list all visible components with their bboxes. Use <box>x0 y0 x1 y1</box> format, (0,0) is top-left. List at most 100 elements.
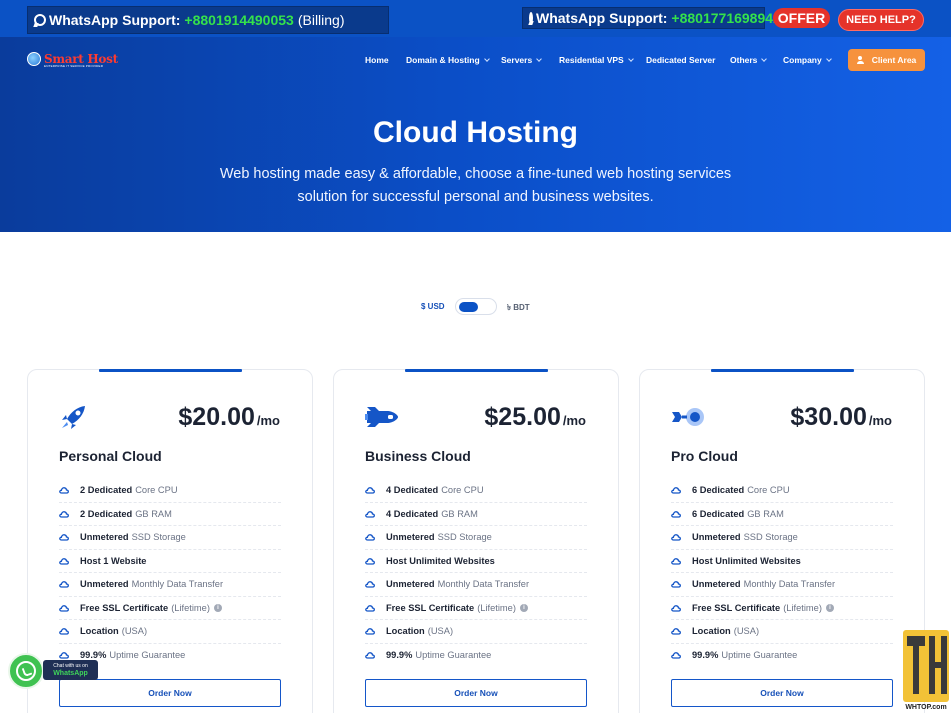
feature-text: Uptime Guarantee <box>415 650 492 661</box>
client-area-button[interactable]: Client Area <box>848 49 925 71</box>
feature-item: Free SSL Certificate (Lifetime) i <box>365 597 587 620</box>
chevron-down-icon <box>536 56 543 62</box>
cloud-icon <box>59 487 69 494</box>
feature-item: 4 Dedicated Core CPU <box>365 479 587 503</box>
whatsapp-label: WhatsApp Support: <box>49 12 181 28</box>
info-icon[interactable]: i <box>825 603 834 612</box>
feature-text: Core CPU <box>441 485 484 496</box>
info-icon[interactable]: i <box>213 603 222 612</box>
feature-item: 99.9% Uptime Guarantee <box>365 644 587 668</box>
feature-item: 99.9% Uptime Guarantee <box>671 644 893 668</box>
plan-name: Pro Cloud <box>671 448 738 464</box>
cloud-icon <box>59 534 69 541</box>
whatsapp-number: +8801771698942 <box>671 10 781 26</box>
feature-text: GB RAM <box>441 508 478 519</box>
price-amount: $25.00 <box>484 403 561 431</box>
price-period: /mo <box>562 413 586 428</box>
cloud-icon <box>59 557 69 565</box>
currency-bdt-label[interactable]: ৳ BDT <box>507 302 530 315</box>
nav-home[interactable]: Home <box>365 55 389 65</box>
cloud-icon <box>671 534 681 541</box>
whatsapp-chat-label[interactable]: Chat with us on WhatsApp <box>43 660 98 680</box>
cloud-icon <box>59 652 69 659</box>
feature-text: GB RAM <box>135 508 172 519</box>
page-subtitle: Web hosting made easy & affordable, choo… <box>219 166 732 205</box>
nav-label: Domain & Hosting <box>406 55 480 65</box>
feature-item: Unmetered SSD Storage <box>59 526 281 550</box>
feature-text: Monthly Data Transfer <box>437 579 530 590</box>
price-period: /mo <box>256 413 280 428</box>
cloud-icon <box>671 604 681 612</box>
cloud-icon <box>365 487 375 494</box>
feature-text: Monthly Data Transfer <box>131 579 224 590</box>
offer-button[interactable]: OFFER <box>773 8 830 28</box>
nav-label: Home <box>365 55 389 65</box>
cloud-icon <box>671 652 681 659</box>
need-help-button[interactable]: NEED HELP? <box>838 9 924 31</box>
cloud-icon <box>59 604 69 612</box>
order-now-button[interactable]: Order Now <box>671 679 893 707</box>
whatsapp-support-link[interactable]: WhatsApp Support: +8801771698942 <box>522 7 781 29</box>
cloud-icon <box>59 628 69 635</box>
nav-domain-hosting[interactable]: Domain & Hosting <box>406 55 490 65</box>
main-nav: Home Domain & Hosting Servers Residentia… <box>0 55 951 69</box>
feature-text: SSD Storage <box>743 532 798 543</box>
client-area-label: Client Area <box>871 55 917 65</box>
whatsapp-billing-link[interactable]: WhatsApp Support: +8801914490053 (Billin… <box>27 6 389 34</box>
feature-text: SSD Storage <box>437 532 492 543</box>
feature-highlight: 2 Dedicated <box>80 485 133 496</box>
feature-item: Location (USA) <box>671 620 893 644</box>
feature-item: Host Unlimited Websites <box>671 550 893 573</box>
feature-item: Host Unlimited Websites <box>365 550 587 573</box>
feature-text: Core CPU <box>747 485 790 496</box>
currency-usd-label[interactable]: $ USD <box>421 302 445 311</box>
feature-text: SSD Storage <box>131 532 186 543</box>
nav-servers[interactable]: Servers <box>501 55 543 65</box>
feature-item: Unmetered Monthly Data Transfer <box>671 573 893 597</box>
feature-highlight: Host 1 Website <box>80 555 147 566</box>
cloud-icon <box>365 604 375 612</box>
whatsapp-label: WhatsApp Support: <box>536 10 668 26</box>
feature-text: Monthly Data Transfer <box>743 579 836 590</box>
plan-card-business: $25.00/mo Business Cloud 4 Dedicated Core… <box>333 369 619 713</box>
cloud-icon <box>59 510 69 518</box>
cloud-icon <box>365 628 375 635</box>
plan-name: Business Cloud <box>365 448 471 464</box>
order-now-button[interactable]: Order Now <box>365 679 587 707</box>
nav-residential-vps[interactable]: Residential VPS <box>559 55 634 65</box>
feature-item: Host 1 Website <box>59 550 281 573</box>
currency-toggle: $ USD ৳ BDT <box>0 298 951 316</box>
feature-highlight: Unmetered <box>386 579 435 590</box>
feature-item: Unmetered SSD Storage <box>671 526 893 550</box>
feature-text: (USA) <box>733 626 760 637</box>
info-icon[interactable]: i <box>519 603 528 612</box>
whtop-watermark-logo <box>903 630 949 702</box>
plan-price: $20.00/mo <box>178 403 280 432</box>
feature-highlight: 2 Dedicated <box>80 508 133 519</box>
cloud-icon <box>365 581 375 588</box>
page-title: Cloud Hosting <box>373 116 578 149</box>
nav-others[interactable]: Others <box>730 55 768 65</box>
feature-highlight: Location <box>692 626 731 637</box>
whatsapp-chat-button[interactable] <box>8 653 44 689</box>
nav-label: Dedicated Server <box>646 55 716 65</box>
feature-text: Uptime Guarantee <box>721 650 798 661</box>
nav-dedicated-server[interactable]: Dedicated Server <box>646 55 715 65</box>
price-amount: $20.00 <box>178 403 255 431</box>
feature-highlight: Location <box>386 626 425 637</box>
satellite-icon <box>672 408 704 426</box>
card-accent-bar <box>99 369 242 372</box>
chevron-down-icon <box>483 56 490 62</box>
feature-item: 6 Dedicated Core CPU <box>671 479 893 503</box>
hero-section: Smart Host ENTERPRISE IT SERVICE PROVIDE… <box>0 37 951 232</box>
feature-list: 6 Dedicated Core CPU 6 Dedicated GB RAM Unme… <box>671 479 893 667</box>
feature-highlight: Unmetered <box>80 532 129 543</box>
currency-switch[interactable] <box>455 298 497 315</box>
order-now-button[interactable]: Order Now <box>59 679 281 707</box>
feature-highlight: 6 Dedicated <box>692 485 745 496</box>
feature-item: 6 Dedicated GB RAM <box>671 503 893 526</box>
cloud-icon <box>365 534 375 541</box>
chat-label-line1: Chat with us on <box>53 663 88 669</box>
nav-company[interactable]: Company <box>783 55 832 65</box>
price-amount: $30.00 <box>790 403 867 431</box>
